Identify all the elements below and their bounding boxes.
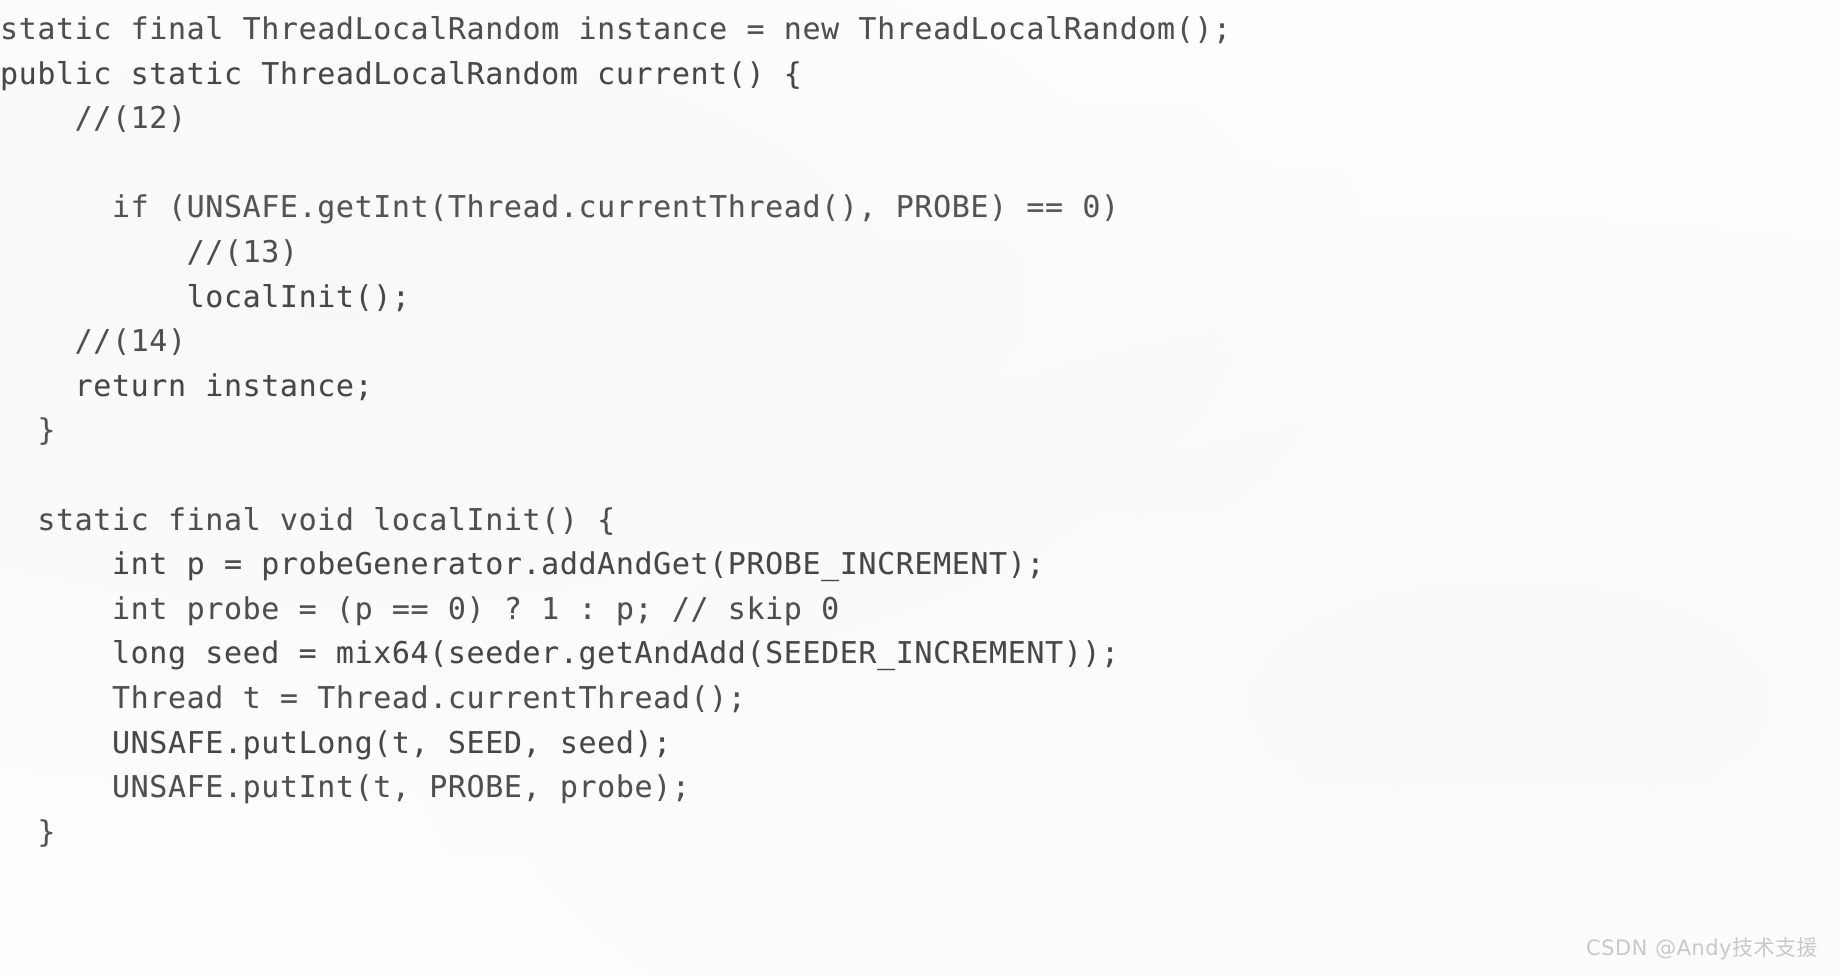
code-line: int probe = (p == 0) ? 1 : p; // skip 0 [0, 591, 840, 627]
code-line: static final void localInit() { [0, 502, 616, 538]
code-line: } [0, 413, 56, 449]
csdn-watermark: CSDN @Andy技术支援 [1586, 936, 1818, 960]
code-line: UNSAFE.putInt(t, PROBE, probe); [0, 770, 691, 806]
code-listing: static final ThreadLocalRandom instance … [0, 0, 1840, 855]
code-line: //(14) [0, 324, 187, 360]
code-line: if (UNSAFE.getInt(Thread.currentThread()… [0, 190, 1120, 226]
code-line: //(13) [0, 234, 299, 270]
code-line: long seed = mix64(seeder.getAndAdd(SEEDE… [0, 636, 1120, 672]
code-line: return instance; [0, 368, 374, 404]
code-line: localInit(); [0, 279, 411, 315]
code-line: //(12) [0, 101, 187, 137]
code-line: static final ThreadLocalRandom instance … [0, 12, 1232, 47]
code-line: UNSAFE.putLong(t, SEED, seed); [0, 725, 672, 761]
code-line: int p = probeGenerator.addAndGet(PROBE_I… [0, 547, 1046, 583]
code-line: Thread t = Thread.currentThread(); [0, 680, 747, 716]
code-line: public static ThreadLocalRandom current(… [0, 56, 803, 92]
code-line: } [0, 814, 56, 850]
